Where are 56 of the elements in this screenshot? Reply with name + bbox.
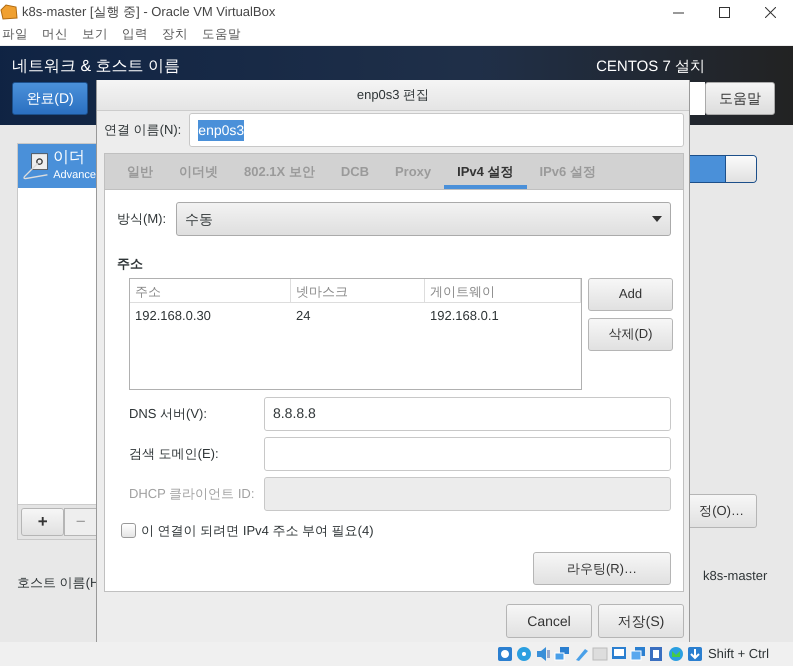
column-header[interactable]: 넷마스크 [291,278,425,302]
screen-title: 네트워크 & 호스트 이름 [12,57,180,77]
menu-item[interactable]: 파일 [0,25,36,44]
routes-button[interactable]: 라우팅(R)… [533,552,671,585]
method-dropdown[interactable]: 수동 [176,202,671,236]
close-icon [764,6,776,18]
dropdown-arrow-icon [652,216,662,222]
delete-address-button[interactable]: 삭제(D) [588,318,673,350]
download-arrow-icon [686,646,703,662]
dialog-title: enp0s3 편집 [97,80,689,111]
menu-item[interactable]: 머신 [40,25,76,44]
dhcp-client-id-field[interactable] [264,476,671,510]
search-domain-label: 검색 도메인(E): [129,444,220,463]
product-title: CENTOS 7 설치 [596,58,705,76]
optical-disc-icon [516,646,532,662]
add-connection-button[interactable]: + [21,508,64,536]
settings-button[interactable]: 정(O)… [690,494,757,528]
dhcp-client-id-label: DHCP 클라이언트 ID: [129,484,256,503]
shared-folder-icon [592,646,608,662]
connection-detail: Advance [53,168,96,183]
addresses-heading: 주소 [117,255,144,273]
dns-server-field[interactable]: 8.8.8.8 [264,396,671,430]
dns-server-label: DNS 서버(V): [129,404,208,423]
host-key-label: Shift + Ctrl [708,645,769,664]
column-header[interactable]: 게이트웨이 [425,278,581,302]
network-icon [554,646,570,662]
globe-icon [668,646,684,662]
maximize-icon [718,6,730,18]
menu-item[interactable]: 도움말 [200,25,249,44]
menu-item[interactable]: 장치 [160,25,196,44]
toggle-switch[interactable] [690,155,757,183]
speaker-icon [534,646,551,662]
menu-item[interactable]: 보기 [80,25,116,44]
method-label: 방식(M): [117,210,166,228]
menu-item[interactable]: 입력 [120,25,156,44]
hostname-value: k8s-master [703,567,768,585]
search-domain-field[interactable] [264,436,671,470]
column-header[interactable]: 주소 [130,278,291,302]
require-ipv4-label: 이 연결이 되려면 IPv4 주소 부여 필요(4) [141,522,374,540]
save-button[interactable]: 저장(S) [598,604,684,638]
add-address-button[interactable]: Add [588,278,673,310]
ethernet-cable-icon [21,150,50,182]
screens-icon [630,646,646,662]
display-icon [610,646,627,662]
keyboard-field[interactable] [690,82,705,115]
connection-name: 이더 [53,148,86,167]
require-ipv4-checkbox[interactable] [121,522,136,538]
cancel-button[interactable]: Cancel [506,604,592,638]
table-cell-text: 192.168.0.30 [134,306,212,324]
window-title: k8s-master [실행 중] - Oracle VM VirtualBox [22,3,276,22]
table-cell-text: 192.168.0.1 [429,306,500,324]
connection-name-label: 연결 이름(N): [104,121,182,140]
help-button[interactable]: 도움말 [705,82,775,115]
virtualbox-icon [0,4,18,20]
table-cell-text: 24 [295,306,312,324]
done-button[interactable]: 완료(D) [12,82,88,115]
